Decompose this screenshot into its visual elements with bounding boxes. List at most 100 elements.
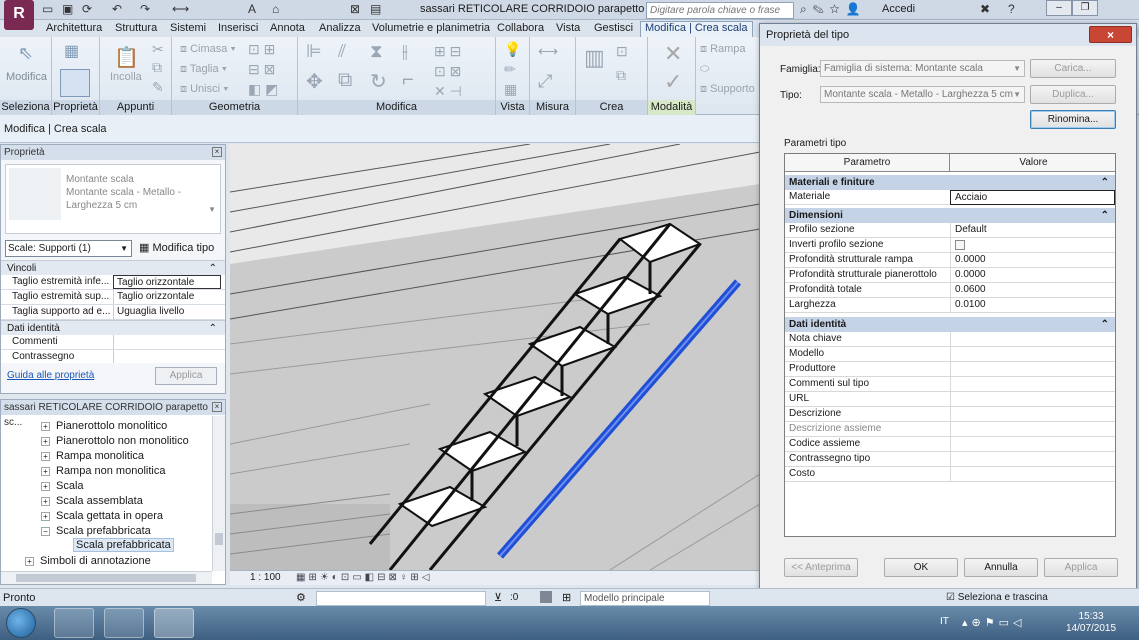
split-icon[interactable]: ⫲ <box>402 41 408 62</box>
panel-label[interactable]: Geometria <box>172 100 297 115</box>
collapse-icon[interactable]: ⌃ <box>1101 175 1109 190</box>
switch-windows-icon[interactable]: ▤ <box>370 2 381 18</box>
application-menu-button[interactable]: R <box>4 0 34 30</box>
tree-item[interactable]: + Simboli di annotazione <box>25 555 151 567</box>
collapse-icon[interactable]: ⌃ <box>209 321 217 336</box>
move-icon[interactable]: ✥ <box>306 69 323 94</box>
family-select[interactable]: Famiglia di sistema: Montante scala ▼ <box>820 60 1025 77</box>
chevron-down-icon[interactable]: ▼ <box>120 241 128 256</box>
explorer-taskbar-icon[interactable] <box>54 608 94 638</box>
start-button[interactable] <box>6 608 36 638</box>
parameter-value[interactable]: Acciaio <box>950 190 1115 205</box>
measure-icon[interactable]: ⟷ <box>538 43 558 60</box>
tree-item[interactable]: + Scala gettata in opera <box>41 510 163 522</box>
property-row[interactable]: Taglio estremità sup... Taglio orizzontal… <box>1 290 225 305</box>
parameter-row[interactable]: Profondità totale 0.0600 <box>785 283 1115 298</box>
design-options-icon[interactable] <box>540 591 552 603</box>
ok-button[interactable]: OK <box>884 558 958 577</box>
parameter-value[interactable]: Default <box>950 223 1115 238</box>
ramp-button[interactable]: ⧈ Rampa <box>700 43 746 56</box>
trim-icon[interactable]: ⌐ <box>402 69 414 92</box>
parameter-row[interactable]: URL <box>785 392 1115 407</box>
geometry-tool-icon[interactable]: ⊟ ⊠ <box>248 61 275 78</box>
parameter-value[interactable] <box>950 407 1115 422</box>
tab-analizza[interactable]: Analizza <box>319 22 361 34</box>
tab-gestisci[interactable]: Gestisci <box>594 22 633 34</box>
property-row[interactable]: Taglia supporto ad e... Uguaglia livello <box>1 305 225 320</box>
finish-edit-icon[interactable]: ✓ <box>664 69 682 95</box>
parameter-value[interactable] <box>950 238 1115 253</box>
horizontal-scrollbar[interactable] <box>1 571 212 584</box>
parameter-row[interactable]: Nota chiave <box>785 332 1115 347</box>
override-icon[interactable]: ✏ <box>504 61 516 78</box>
type-select[interactable]: Montante scala - Metallo - Larghezza 5 c… <box>820 86 1025 103</box>
expand-icon[interactable]: + <box>41 466 50 476</box>
parameter-row[interactable]: Costo <box>785 467 1115 482</box>
join-button[interactable]: ⧈ Unisci ▾ <box>180 83 228 96</box>
type-selector[interactable]: Montante scala Montante scala - Metallo … <box>5 164 221 234</box>
apply-button[interactable]: Applica <box>155 367 217 385</box>
expand-icon[interactable]: + <box>41 481 50 491</box>
group-vincoli[interactable]: Vincoli ⌃ <box>1 260 225 275</box>
apply-button[interactable]: Applica <box>1044 558 1118 577</box>
linework-icon[interactable]: ▦ <box>504 81 517 98</box>
group-dimensioni[interactable]: Dimensioni ⌃ <box>785 208 1115 223</box>
chevron-down-icon[interactable]: ▼ <box>1013 61 1021 76</box>
parameter-row[interactable]: Materiale Acciaio <box>785 190 1115 205</box>
parameter-row[interactable]: Larghezza 0.0100 <box>785 298 1115 313</box>
restore-button[interactable]: ❐ <box>1072 0 1098 16</box>
dimension-icon[interactable]: ⤢ <box>538 71 552 92</box>
chevron-down-icon[interactable]: ▼ <box>1013 87 1021 102</box>
paste-button[interactable]: Incolla <box>110 71 142 83</box>
workset-icon[interactable]: ⚙ <box>296 591 306 604</box>
sign-in-button[interactable]: Accedi <box>882 3 915 15</box>
group-materiali[interactable]: Materiali e finiture ⌃ <box>785 175 1115 190</box>
filter-icon[interactable]: ⊻ <box>494 591 502 604</box>
type-properties-button[interactable] <box>60 69 90 97</box>
view-control-icons[interactable]: ▦⊞☀◐⊡▭◧⊟⊠♀⊞◁ <box>296 572 432 583</box>
collapse-icon[interactable]: ⌃ <box>209 261 217 276</box>
align-icon[interactable]: ⊫ <box>306 41 322 62</box>
mirror-icon[interactable]: ⧗ <box>370 41 383 62</box>
expand-icon[interactable]: + <box>41 451 50 461</box>
tab-volumetrie[interactable]: Volumetrie e planimetria <box>372 22 490 34</box>
minimize-button[interactable]: – <box>1046 0 1072 16</box>
panel-label[interactable]: Misura <box>530 100 575 115</box>
paste-icon[interactable]: 📋 <box>114 45 139 70</box>
create-group-icon[interactable]: ⊡ <box>616 43 628 60</box>
workset-select[interactable] <box>316 591 486 606</box>
parameter-value[interactable] <box>950 392 1115 407</box>
text-icon[interactable]: A <box>248 2 256 18</box>
parameter-row[interactable]: Produttore <box>785 362 1115 377</box>
checkbox[interactable] <box>955 240 965 250</box>
duplicate-button[interactable]: Duplica... <box>1030 85 1116 104</box>
panel-label[interactable]: Proprietà <box>52 100 99 115</box>
close-button[interactable]: × <box>1089 26 1132 43</box>
expand-icon[interactable]: + <box>41 496 50 506</box>
parameter-row[interactable]: Contrassegno tipo <box>785 452 1115 467</box>
expand-icon[interactable]: + <box>25 556 34 566</box>
property-value[interactable]: Uguaglia livello <box>113 305 221 319</box>
panel-label[interactable]: Modalità <box>648 100 695 115</box>
scale-icon[interactable]: ⊡ ⊠ <box>434 63 461 80</box>
tab-inserisci[interactable]: Inserisci <box>218 22 258 34</box>
close-icon[interactable]: × <box>212 147 222 157</box>
modify-button[interactable]: Modifica <box>6 71 47 83</box>
parameter-row[interactable]: Commenti sul tipo <box>785 377 1115 392</box>
tab-struttura[interactable]: Struttura <box>115 22 157 34</box>
parameter-row[interactable]: Profondità strutturale pianerottolo 0.000… <box>785 268 1115 283</box>
tree-item[interactable]: + Pianerottolo non monolitico <box>41 435 189 447</box>
group-dati-identita[interactable]: Dati identità ⌃ <box>1 320 225 335</box>
select-drag-toggle[interactable]: ☑ Seleziona e trascina <box>946 592 1048 603</box>
match-type-icon[interactable]: ✎ <box>152 79 164 96</box>
tree-item-selected[interactable]: Scala prefabbricata <box>73 538 174 552</box>
property-value[interactable] <box>113 350 221 364</box>
panel-label[interactable]: Appunti <box>100 100 171 115</box>
tree-item[interactable]: + Rampa non monolitica <box>41 465 165 477</box>
preview-button[interactable]: << Anteprima <box>784 558 858 577</box>
parameter-value[interactable]: 0.0000 <box>950 253 1115 268</box>
property-value[interactable] <box>113 335 221 349</box>
instance-filter-select[interactable]: Scale: Supporti (1) ▼ <box>5 240 132 257</box>
firefox-taskbar-icon[interactable] <box>104 608 144 638</box>
chevron-down-icon[interactable]: ▼ <box>208 205 216 214</box>
